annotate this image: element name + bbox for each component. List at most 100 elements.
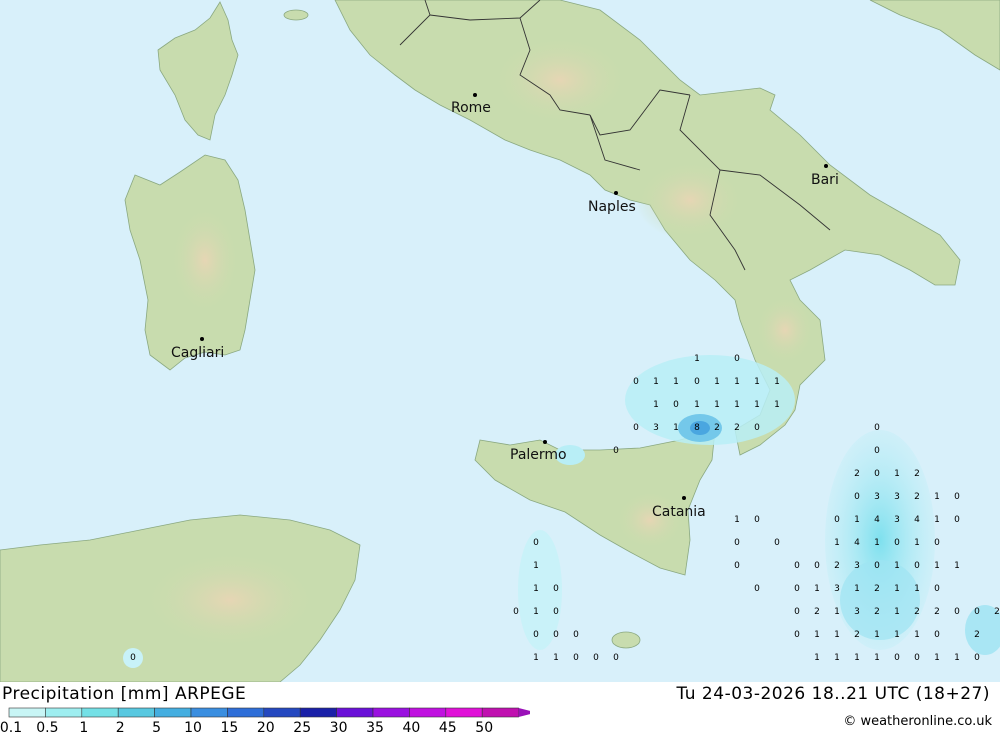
precip-value: 0 xyxy=(974,653,980,663)
land-island xyxy=(283,9,309,21)
precip-value: 1 xyxy=(754,400,760,410)
terrain-shade xyxy=(170,205,240,315)
precip-value: 1 xyxy=(874,630,880,640)
precip-value: 4 xyxy=(914,515,920,525)
precip-value: 2 xyxy=(854,469,860,479)
precip-value: 0 xyxy=(754,584,760,594)
legend-swatch xyxy=(227,707,265,718)
precip-value: 3 xyxy=(854,607,860,617)
precip-value: 1 xyxy=(934,515,940,525)
precip-value: 4 xyxy=(854,538,860,548)
precip-value: 0 xyxy=(553,630,559,640)
precip-value: 1 xyxy=(553,653,559,663)
precip-value: 1 xyxy=(694,354,700,364)
precip-value: 0 xyxy=(954,515,960,525)
precipitation-map[interactable]: Rome Naples Bari Cagliari Palermo Catani… xyxy=(0,0,1000,682)
legend-label: 25 xyxy=(293,720,311,736)
legend-label: 1 xyxy=(79,720,88,736)
precip-value: 3 xyxy=(653,423,659,433)
precip-value: 1 xyxy=(533,607,539,617)
terrain-shade xyxy=(140,550,320,650)
legend-arrow xyxy=(518,708,530,717)
precip-value: 0 xyxy=(934,630,940,640)
terrain-shade xyxy=(615,490,685,550)
precip-value: 0 xyxy=(613,653,619,663)
precip-value: 0 xyxy=(533,630,539,640)
precip-value: 0 xyxy=(794,630,800,640)
precip-value: 0 xyxy=(874,423,880,433)
precip-value: 1 xyxy=(894,630,900,640)
precip-value: 0 xyxy=(613,446,619,456)
precip-value: 1 xyxy=(754,377,760,387)
credit-link[interactable]: © weatheronline.co.uk xyxy=(843,714,992,729)
legend-label: 0.1 xyxy=(0,720,22,736)
precip-value: 0 xyxy=(834,515,840,525)
precip-value: 0 xyxy=(553,607,559,617)
precip-value: 0 xyxy=(934,584,940,594)
legend-swatch xyxy=(263,707,301,718)
precip-value: 0 xyxy=(874,561,880,571)
precip-value: 0 xyxy=(513,607,519,617)
legend-label: 20 xyxy=(257,720,275,736)
legend-swatch xyxy=(154,707,192,718)
precip-value: 1 xyxy=(714,400,720,410)
precip-value: 0 xyxy=(874,446,880,456)
precip-value: 2 xyxy=(734,423,740,433)
precip-value: 2 xyxy=(874,607,880,617)
precip-value: 0 xyxy=(754,515,760,525)
city-dot-cagliari xyxy=(200,337,204,341)
city-dot-palermo xyxy=(543,440,547,444)
legend-label: 40 xyxy=(402,720,420,736)
precip-value: 2 xyxy=(974,630,980,640)
legend-label: 0.5 xyxy=(36,720,58,736)
precip-value: 0 xyxy=(974,607,980,617)
precip-value: 1 xyxy=(954,653,960,663)
precip-value: 1 xyxy=(834,538,840,548)
precip-value: 1 xyxy=(934,561,940,571)
legend-label: 15 xyxy=(220,720,238,736)
precip-value: 2 xyxy=(714,423,720,433)
precip-value: 2 xyxy=(814,607,820,617)
legend-label: 5 xyxy=(152,720,161,736)
precip-value: 1 xyxy=(834,630,840,640)
city-label: Naples xyxy=(588,199,636,215)
legend-label: 50 xyxy=(475,720,493,736)
precip-value: 0 xyxy=(633,423,639,433)
precip-value: 1 xyxy=(854,653,860,663)
precip-value: 1 xyxy=(814,630,820,640)
precip-value: 3 xyxy=(874,492,880,502)
city-label: Cagliari xyxy=(171,345,224,361)
precip-value: 8 xyxy=(694,423,700,433)
city-dot-rome xyxy=(473,93,477,97)
precip-value: 0 xyxy=(553,584,559,594)
precip-value: 0 xyxy=(814,561,820,571)
legend-swatch xyxy=(299,707,337,718)
precip-value: 1 xyxy=(533,653,539,663)
precip-value: 1 xyxy=(653,400,659,410)
precip-value: 1 xyxy=(874,538,880,548)
precip-value: 1 xyxy=(894,607,900,617)
precip-value: 0 xyxy=(914,561,920,571)
legend-swatch xyxy=(81,707,119,718)
precip-value: 2 xyxy=(834,561,840,571)
precip-value: 1 xyxy=(894,561,900,571)
city-dot-naples xyxy=(614,191,618,195)
precip-value: 1 xyxy=(874,653,880,663)
precip-value: 0 xyxy=(734,561,740,571)
precip-value: 0 xyxy=(794,584,800,594)
precip-value: 1 xyxy=(533,584,539,594)
precip-value: 0 xyxy=(794,607,800,617)
precip-value: 2 xyxy=(914,469,920,479)
precip-value: 1 xyxy=(814,653,820,663)
legend-swatch xyxy=(8,707,46,718)
legend-swatch xyxy=(117,707,155,718)
precip-value: 0 xyxy=(573,653,579,663)
precip-value: 4 xyxy=(874,515,880,525)
precip-value: 1 xyxy=(914,584,920,594)
precip-value: 1 xyxy=(854,515,860,525)
precip-value: 1 xyxy=(694,400,700,410)
precip-value: 2 xyxy=(854,630,860,640)
city-label: Palermo xyxy=(510,447,567,463)
precip-value: 1 xyxy=(734,377,740,387)
precip-value: 1 xyxy=(914,630,920,640)
